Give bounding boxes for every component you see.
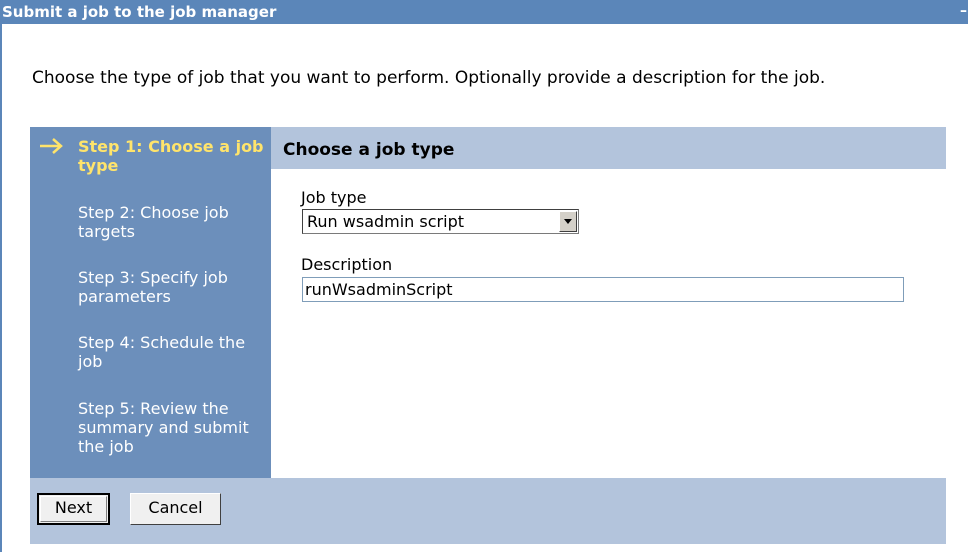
description-label: Description [301,255,393,274]
wizard-step-3: Step 3: Specify job parameters [78,268,228,306]
minimize-icon[interactable]: – [960,0,968,24]
wizard-panel: Step 1: Choose a job type Step 2: Choose… [30,127,946,544]
button-bar: Next Cancel [30,478,946,544]
intro-text: Choose the type of job that you want to … [32,68,826,88]
wizard-step-2: Step 2: Choose job targets [78,203,229,241]
chevron-down-icon [564,219,572,224]
window-title-bar: Submit a job to the job manager – [0,0,968,24]
wizard-step-4: Step 4: Schedule the job [78,333,246,371]
job-type-label: Job type [301,188,367,207]
job-type-selected-value: Run wsadmin script [307,212,464,231]
next-button[interactable]: Next [37,493,110,525]
window-title: Submit a job to the job manager [2,3,277,21]
window-left-border [0,24,2,552]
content-header: Choose a job type [271,127,946,169]
description-input[interactable]: runWsadminScript [302,277,904,302]
dropdown-button[interactable] [559,211,577,232]
wizard-step-1: Step 1: Choose a job type [78,137,264,175]
cancel-button[interactable]: Cancel [130,493,221,525]
job-type-select[interactable]: Run wsadmin script [302,209,579,234]
next-button-label: Next [54,498,93,517]
wizard-steps-panel: Step 1: Choose a job type Step 2: Choose… [30,127,271,478]
wizard-step-5: Step 5: Review the summary and submit th… [78,399,249,456]
content-title: Choose a job type [283,140,455,160]
arrow-right-icon [40,138,63,154]
wizard-content: Choose a job type Job type Run wsadmin s… [271,127,946,478]
